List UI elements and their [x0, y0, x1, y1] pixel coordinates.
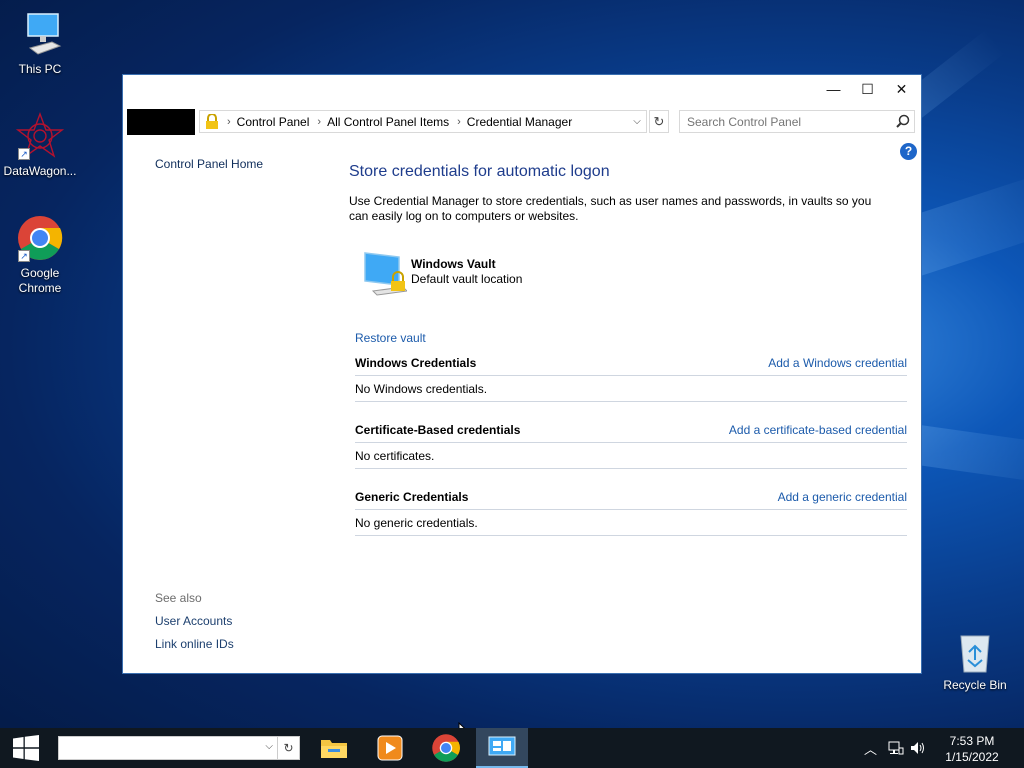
control-panel-icon [205, 112, 219, 130]
section-empty-text: No generic credentials. [355, 510, 907, 536]
section-title: Windows Credentials [355, 356, 477, 370]
chevron-right-icon[interactable]: › [317, 116, 321, 128]
taskbar: ⌵ ↻ ︿ 7:53 PM 1/15/2022 [0, 728, 1024, 768]
title-bar[interactable]: — ☐ ✕ [123, 75, 921, 103]
chevron-right-icon[interactable]: › [457, 116, 461, 128]
desktop-icon-label: Google Chrome [18, 266, 62, 295]
chrome-icon: ↗ [16, 214, 64, 262]
refresh-button[interactable]: ↻ [649, 110, 669, 133]
see-also-label: See also [155, 591, 202, 605]
media-player-icon [377, 735, 403, 761]
maximize-button[interactable]: ☐ [851, 75, 884, 103]
datawagon-icon: ↗ [15, 112, 65, 160]
clock-date: 1/15/2022 [945, 750, 999, 764]
user-accounts-link[interactable]: User Accounts [155, 614, 232, 628]
page-title: Store credentials for automatic logon [349, 163, 610, 180]
add-certificate-credential-link[interactable]: Add a certificate-based credential [729, 423, 907, 437]
section-empty-text: No certificates. [355, 443, 907, 469]
desktop-icon-datawagon[interactable]: ↗ DataWagon... [0, 112, 80, 179]
desktop-icon-recycle-bin[interactable]: Recycle Bin [936, 630, 1014, 692]
control-panel-icon [488, 736, 516, 756]
taskbar-media-player[interactable] [364, 728, 416, 768]
desktop-icon-chrome[interactable]: ↗ Google Chrome [0, 214, 80, 296]
folder-icon [321, 740, 347, 758]
add-generic-credential-link[interactable]: Add a generic credential [778, 490, 907, 504]
main-content: Store credentials for automatic logon Us… [349, 163, 909, 536]
shortcut-arrow-icon: ↗ [18, 250, 30, 262]
volume-icon[interactable] [910, 740, 926, 759]
taskbar-chrome[interactable] [420, 728, 472, 768]
recycle-bin-icon [955, 630, 995, 674]
shortcut-arrow-icon: ↗ [18, 148, 30, 160]
link-online-ids-link[interactable]: Link online IDs [155, 637, 234, 651]
section-title: Generic Credentials [355, 490, 469, 504]
search-input[interactable] [687, 114, 887, 129]
chevron-up-icon[interactable]: ︿ [864, 739, 877, 758]
taskbar-file-explorer[interactable] [308, 728, 360, 768]
desktop-icon-label: Recycle Bin [943, 678, 1007, 692]
search-box[interactable] [679, 110, 915, 133]
section-empty-text: No Windows credentials. [355, 376, 907, 402]
chevron-down-icon[interactable]: ⌵ [628, 111, 646, 132]
chrome-icon [432, 734, 460, 762]
desktop-icon-this-pc[interactable]: This PC [0, 10, 80, 77]
navigation-buttons[interactable] [127, 109, 195, 135]
address-row: › Control Panel › All Control Panel Item… [127, 109, 915, 135]
vault-icon [363, 251, 409, 297]
credential-section-generic: Generic Credentials Add a generic creden… [355, 490, 907, 536]
chevron-right-icon: › [227, 115, 231, 128]
refresh-icon[interactable]: ↻ [277, 737, 299, 759]
breadcrumb-all-items[interactable]: All Control Panel Items [327, 115, 449, 129]
windows-vault[interactable]: Windows Vault Default vault location [363, 247, 663, 297]
start-button[interactable] [0, 728, 52, 768]
section-title: Certificate-Based credentials [355, 423, 521, 437]
search-icon[interactable] [896, 114, 910, 128]
vault-subtitle: Default vault location [411, 272, 523, 286]
left-navigation: Control Panel Home [155, 157, 263, 171]
network-icon[interactable] [888, 740, 904, 759]
desktop-icon-label: DataWagon... [3, 164, 77, 178]
close-button[interactable]: ✕ [885, 75, 918, 103]
system-tray: ︿ 7:53 PM 1/15/2022 [844, 728, 1024, 768]
desktop-icon-label: This PC [18, 62, 62, 76]
credential-section-certificate: Certificate-Based credentials Add a cert… [355, 423, 907, 469]
credential-manager-window: — ☐ ✕ › Control Panel › All Control Pane… [122, 74, 922, 674]
taskbar-search-box[interactable]: ⌵ ↻ [58, 736, 300, 760]
control-panel-home-link[interactable]: Control Panel Home [155, 157, 263, 171]
add-windows-credential-link[interactable]: Add a Windows credential [768, 356, 907, 370]
breadcrumb-control-panel[interactable]: Control Panel [237, 115, 310, 129]
computer-icon [16, 10, 64, 58]
clock-time: 7:53 PM [949, 734, 995, 748]
breadcrumb-credential-manager[interactable]: Credential Manager [467, 115, 572, 129]
credential-section-windows: Windows Credentials Add a Windows creden… [355, 356, 907, 402]
restore-vault-link[interactable]: Restore vault [355, 331, 426, 345]
page-description: Use Credential Manager to store credenti… [349, 194, 872, 223]
vault-title: Windows Vault [411, 257, 496, 271]
chevron-down-icon[interactable]: ⌵ [265, 741, 273, 752]
minimize-button[interactable]: — [817, 75, 850, 103]
windows-logo-icon [13, 735, 39, 761]
help-button[interactable]: ? [900, 143, 917, 160]
address-bar[interactable]: › Control Panel › All Control Panel Item… [199, 110, 647, 133]
taskbar-control-panel[interactable] [476, 728, 528, 768]
clock[interactable]: 7:53 PM 1/15/2022 [942, 733, 1002, 765]
